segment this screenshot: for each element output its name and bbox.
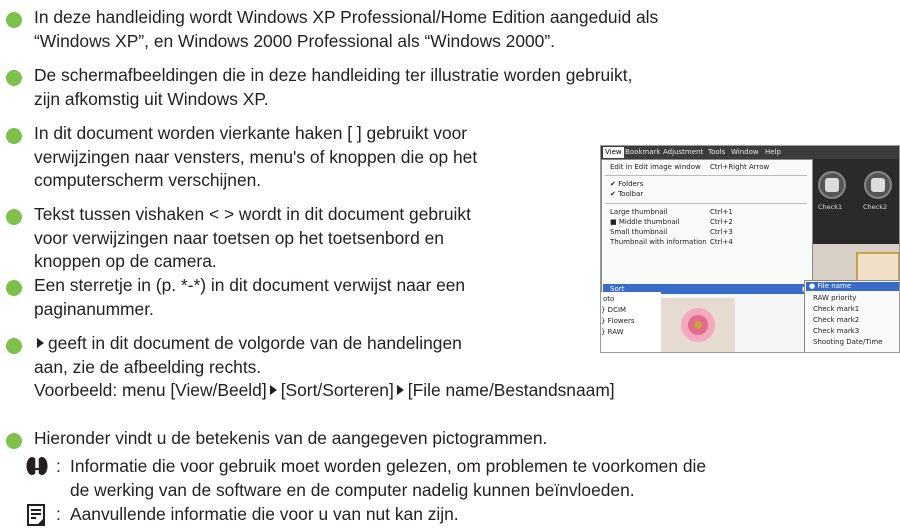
folder-tree: oto } DCIM } Flowers } RAW [601, 292, 661, 352]
check-icon [871, 178, 885, 192]
menu-item[interactable]: Edit in Edit image window [610, 163, 701, 171]
memo-icon [27, 504, 45, 526]
bullet-text: De schermafbeeldingen die in deze handle… [34, 64, 632, 111]
submenu-label: ● File name [809, 282, 852, 290]
text-line: Aanvullende informatie die voor u van nu… [70, 504, 459, 524]
menu-item[interactable]: ✔ Toolbar [610, 190, 643, 198]
menu-bar: View Bookmark Adjustment Tools Window He… [601, 146, 899, 159]
menu-shortcut: Ctrl+4 [710, 238, 733, 246]
text-line: Informatie die voor gebruik moet worden … [70, 456, 707, 476]
bullet-text: Hieronder vindt u de betekenis van de aa… [34, 427, 547, 451]
note-text: Informatie die voor gebruik moet worden … [70, 455, 706, 502]
bullet-text: In dit document worden vierkante haken [… [34, 122, 477, 193]
check1-button[interactable] [818, 171, 846, 199]
check1-label: Check1 [818, 203, 843, 211]
bullet-text: In deze handleiding wordt Windows XP Pro… [34, 6, 658, 53]
menu-adjustment[interactable]: Adjustment [663, 148, 703, 156]
menu-item[interactable]: ■ Middle thumbnail [610, 218, 680, 226]
example-prefix: Voorbeeld: menu [View/Beeld] [34, 380, 267, 400]
menu-help[interactable]: Help [765, 148, 781, 156]
arrow-right-icon [37, 338, 44, 348]
text-line: aan, zie de afbeelding rechts. [34, 356, 262, 377]
bullet-dot [6, 128, 22, 144]
bullet-text: Een sterretje in (p. *-*) in dit documen… [34, 274, 465, 321]
folder-item[interactable]: oto [603, 295, 614, 303]
menu-item[interactable]: ✔ Folders [610, 180, 643, 188]
flower-thumbnail[interactable] [661, 298, 735, 352]
text-line: Tekst tussen vishaken < > wordt in dit d… [34, 204, 471, 224]
text-line: In dit document worden vierkante haken [… [34, 123, 468, 143]
submenu-item[interactable]: Shooting Date/Time [813, 338, 882, 346]
menu-separator [605, 203, 807, 204]
bullet-text: Tekst tussen vishaken < > wordt in dit d… [34, 203, 471, 274]
text-line: verwijzingen naar vensters, menu's of kn… [34, 146, 478, 167]
menu-shortcut: Ctrl+1 [710, 208, 733, 216]
menu-tools[interactable]: Tools [708, 148, 725, 156]
text-line: voor verwijzingen naar toetsen op het to… [34, 227, 444, 248]
menu-shortcut: Ctrl+2 [710, 218, 733, 226]
example-line: Voorbeeld: menu [View/Beeld] [Sort/Sorter… [34, 379, 615, 403]
text-line: de werking van de software en de compute… [70, 479, 635, 500]
sort-submenu: ● File name RAW priority Check mark1 Che… [804, 280, 899, 352]
text-line: De schermafbeeldingen die in deze handle… [34, 65, 633, 85]
folder-item[interactable]: } RAW [601, 328, 624, 336]
text-line: knoppen op de camera. [34, 251, 217, 271]
text-line: geeft in dit document de volgorde van de… [34, 332, 615, 356]
menu-view[interactable]: View [603, 147, 624, 158]
menu-item[interactable]: Thumbnail with information [610, 238, 707, 246]
caution-icon [26, 457, 48, 475]
bullet-dot [6, 338, 22, 354]
text-line: zijn afkomstig uit Windows XP. [34, 88, 269, 109]
bullet-dot [6, 209, 22, 225]
arrow-right-icon [269, 385, 277, 395]
folder-item[interactable]: } DCIM [601, 306, 626, 314]
submenu-item[interactable]: Check mark3 [813, 327, 859, 335]
text-span: geeft in dit document de volgorde van de… [48, 333, 462, 353]
folder-item[interactable]: } Flowers [601, 317, 635, 325]
submenu-item[interactable]: Check mark2 [813, 316, 859, 324]
arrow-right-icon [396, 385, 404, 395]
menu-item[interactable]: Small thumbnail [610, 228, 667, 236]
text-line: In deze handleiding wordt Windows XP Pro… [34, 7, 659, 27]
colon: : [56, 504, 61, 524]
menu-screenshot: View Bookmark Adjustment Tools Window He… [600, 145, 900, 353]
bullet-dot [6, 433, 22, 449]
note-text: Aanvullende informatie die voor u van nu… [70, 503, 459, 527]
text-line: Hieronder vindt u de betekenis van de aa… [34, 428, 548, 448]
text-line: paginanummer. [34, 298, 154, 319]
menu-shortcut: Ctrl+Right Arrow [710, 163, 770, 171]
text-line: computerscherm verschijnen. [34, 170, 262, 190]
bullet-dot [6, 70, 22, 86]
example-step: [File name/Bestandsnaam] [407, 380, 615, 400]
text-line: “Windows XP”, en Windows 2000 Profession… [34, 30, 555, 51]
bullet-dot [6, 12, 22, 28]
bullet-dot [6, 280, 22, 296]
colon: : [56, 456, 61, 476]
submenu-item[interactable]: Check mark1 [813, 305, 859, 313]
text-line: Een sterretje in (p. *-*) in dit documen… [34, 275, 466, 295]
menu-bookmark[interactable]: Bookmark [625, 148, 660, 156]
bullet-text: geeft in dit document de volgorde van de… [34, 332, 615, 403]
check2-label: Check2 [863, 203, 888, 211]
check-icon [825, 178, 839, 192]
example-step: [Sort/Sorteren] [280, 380, 394, 400]
menu-item[interactable]: Large thumbnail [610, 208, 667, 216]
menu-separator [605, 175, 807, 176]
check2-button[interactable] [864, 171, 892, 199]
submenu-item-selected[interactable]: ● File name [806, 282, 899, 291]
menu-window[interactable]: Window [731, 148, 759, 156]
submenu-item[interactable]: RAW priority [813, 294, 856, 302]
view-dropdown: Edit in Edit image window Ctrl+Right Arr… [601, 159, 813, 294]
menu-shortcut: Ctrl+3 [710, 228, 733, 236]
